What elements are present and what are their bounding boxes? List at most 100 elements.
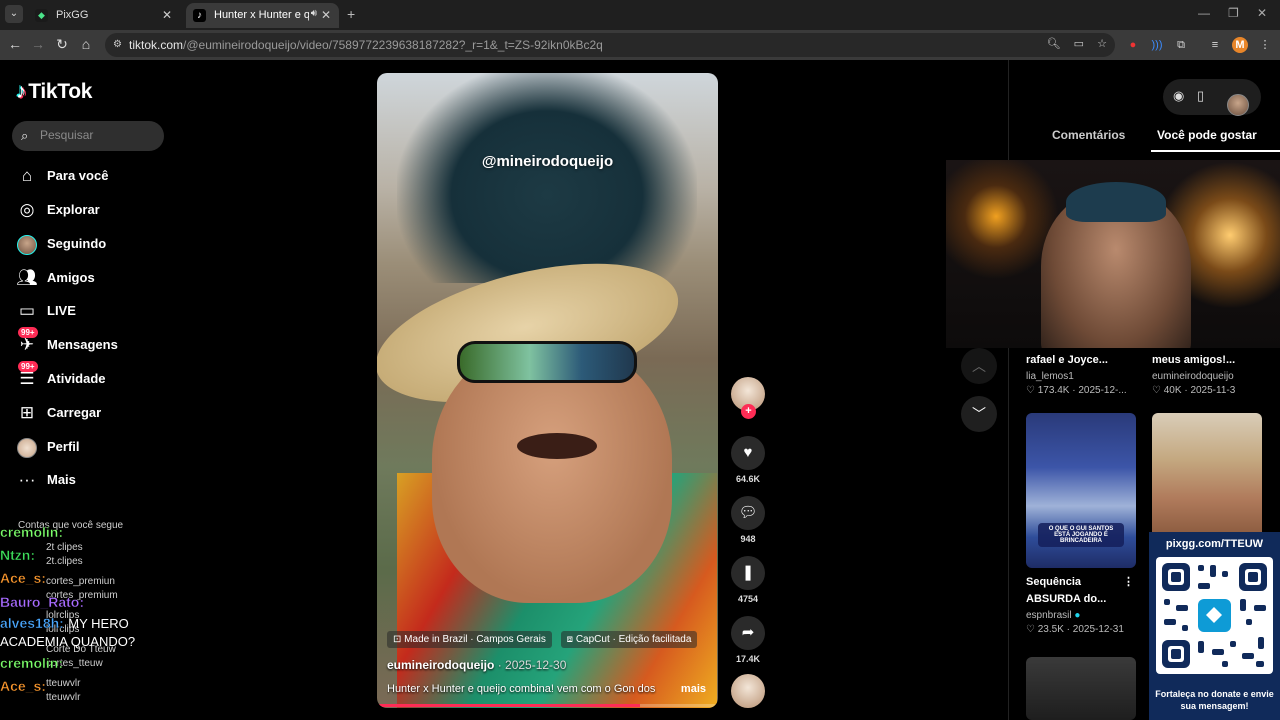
card-user[interactable]: espnbrasil ● <box>1026 610 1136 621</box>
home-icon: ⌂ <box>21 166 33 185</box>
heart-outline-icon: ♡ <box>1026 624 1038 635</box>
sidebar-item-mais[interactable]: ··· Mais <box>16 468 176 492</box>
recommended-card[interactable]: meus amigos!... eumineirodoqueijo ♡ 40K … <box>1152 346 1262 396</box>
video-date: · 2025-12-30 <box>497 658 567 672</box>
tab-pixgg[interactable]: ◆ PixGG ✕ <box>28 3 180 28</box>
address-bar[interactable]: ⚙ tiktok.com/@eumineirodoqueijo/video/75… <box>105 33 1115 57</box>
card-thumbnail[interactable]: O QUE O GUI SANTOS ESTÁ JOGANDO É BRINCA… <box>1026 413 1136 568</box>
tab-search-button[interactable]: ⌄ <box>5 5 23 23</box>
card-stats: ♡ 23.5K · 2025-12-31 <box>1026 624 1124 635</box>
donation-qr-overlay: pixgg.com/TTEUW Fortaleça no donate e en… <box>1149 532 1280 720</box>
tiktok-logo[interactable]: ♪TikTok <box>16 80 92 104</box>
audio-playing-icon[interactable]: 🔊︎ <box>311 8 317 19</box>
video-scene <box>457 341 637 383</box>
previous-video-button[interactable]: ︿ <box>961 348 997 384</box>
card-menu-icon[interactable]: ⋮ <box>1123 574 1134 591</box>
video-player[interactable]: @mineirodoqueijo ⊡ Made in Brazil · Camp… <box>377 73 718 708</box>
back-icon[interactable]: ← <box>6 36 24 52</box>
creator-avatar[interactable]: + <box>731 377 765 419</box>
capcut-tag[interactable]: ⧈ CapCut · Edição facilitada <box>560 631 698 648</box>
media-control-icon[interactable]: ≡ <box>1207 37 1223 53</box>
coin-icon[interactable]: ◉ <box>1173 88 1184 104</box>
ghost-text: 2t.clipes <box>46 556 83 567</box>
music-disc-button[interactable] <box>729 674 767 708</box>
close-tab-icon[interactable]: ✕ <box>321 8 331 22</box>
reload-icon[interactable]: ↻ <box>53 36 71 53</box>
tab-voce-pode-gostar[interactable]: Você pode gostar <box>1157 128 1257 142</box>
card-title: rafael e Joyce... <box>1026 354 1108 366</box>
chat-message: Ace_s: <box>0 570 46 586</box>
card-thumbnail[interactable] <box>1026 657 1136 720</box>
video-author[interactable]: eumineirodoqueijo · 2025-12-30 <box>387 658 566 672</box>
extensions-puzzle-icon[interactable]: ⧉ <box>1173 37 1189 53</box>
zoom-icon[interactable]: 🔍︎ <box>1047 38 1061 50</box>
right-panel-tabs: Comentários Você pode gostar <box>1026 126 1280 152</box>
tiktok-favicon-icon: ♪ <box>193 9 206 22</box>
upload-icon: ⊞ <box>19 403 35 422</box>
url-text[interactable]: tiktok.com/@eumineirodoqueijo/video/7589… <box>129 38 603 52</box>
follow-plus-icon[interactable]: + <box>741 404 756 419</box>
tab-comentarios[interactable]: Comentários <box>1052 128 1125 142</box>
search-box[interactable]: ⌕ <box>12 121 164 151</box>
sidebar-item-amigos[interactable]: 👥︎ Amigos <box>16 266 176 290</box>
donation-note: Fortaleça no donate e envie sua mensagem… <box>1155 689 1274 711</box>
verified-icon: ● <box>1074 610 1081 621</box>
sidebar-item-explorar[interactable]: ◎ Explorar <box>16 198 176 222</box>
caption-more-button[interactable]: mais <box>681 683 706 695</box>
device-icon[interactable]: ▯ <box>1197 88 1204 104</box>
save-action: ❚ 4754 <box>729 556 767 604</box>
card-user[interactable]: lia_lemos1 <box>1026 371 1136 382</box>
sidebar-item-seguindo[interactable]: Seguindo <box>16 232 176 256</box>
new-tab-button[interactable]: + <box>347 6 355 22</box>
browser-menu-icon[interactable]: ⋮ <box>1257 37 1273 53</box>
like-action: ♥ 64.6K <box>729 436 767 484</box>
chat-message: Ace_s: <box>0 678 46 694</box>
browser-toolbar: ← → ↻ ⌂ ⚙ tiktok.com/@eumineirodoqueijo/… <box>0 30 1280 60</box>
webcam-scene <box>1066 182 1166 222</box>
sidebar-item-mensagens[interactable]: ✈ 99+ Mensagens <box>16 327 176 357</box>
heart-outline-icon: ♡ <box>1152 385 1164 396</box>
creator-avatar-button[interactable]: + <box>729 377 767 419</box>
recommended-card[interactable] <box>1026 657 1136 720</box>
location-tag[interactable]: ⊡ Made in Brazil · Campos Gerais <box>387 631 552 648</box>
music-disc-icon[interactable] <box>731 674 765 708</box>
heart-icon[interactable]: ♥ <box>731 436 765 470</box>
sidebar-item-perfil[interactable]: Perfil <box>16 435 176 459</box>
tab-title: PixGG <box>56 9 89 21</box>
cast-icon[interactable]: ▭ <box>1074 38 1084 50</box>
ghost-text: cortes_premiun <box>46 576 115 587</box>
close-tab-icon[interactable]: ✕ <box>162 8 172 22</box>
comment-icon[interactable]: 💬︎ <box>731 496 765 530</box>
recommended-card[interactable]: O QUE O GUI SANTOS ESTÁ JOGANDO É BRINCA… <box>1026 413 1136 635</box>
site-info-icon[interactable]: ⚙ <box>113 39 125 51</box>
extension-red-icon[interactable]: ● <box>1125 37 1141 53</box>
bookmark-icon[interactable]: ❚ <box>731 556 765 590</box>
card-user[interactable]: eumineirodoqueijo <box>1152 371 1262 382</box>
profile-avatar[interactable]: M <box>1232 37 1248 53</box>
minimize-icon[interactable]: — <box>1198 6 1210 20</box>
active-tab-indicator <box>1151 150 1280 152</box>
extension-wave-icon[interactable]: ))) <box>1149 37 1165 53</box>
share-icon[interactable]: ➦ <box>731 616 765 650</box>
forward-icon[interactable]: → <box>29 36 47 52</box>
restore-icon[interactable]: ❐ <box>1228 6 1239 20</box>
panel-divider <box>1008 60 1009 720</box>
next-video-button[interactable]: ﹀ <box>961 396 997 432</box>
bookmark-star-icon[interactable]: ☆ <box>1097 38 1107 50</box>
sidebar-item-live[interactable]: ▭ LIVE <box>16 299 176 323</box>
sidebar-item-atividade[interactable]: ☰ 99+ Atividade <box>16 361 176 391</box>
share-count: 17.4K <box>735 654 761 664</box>
sidebar-item-para-voce[interactable]: ⌂ Para você <box>16 164 176 188</box>
tab-tiktok[interactable]: ♪ Hunter x Hunter e queijo co 🔊︎ ✕ <box>186 3 339 28</box>
home-browser-icon[interactable]: ⌂ <box>77 36 95 52</box>
recommended-card[interactable]: rafael e Joyce... lia_lemos1 ♡ 173.4K · … <box>1026 346 1136 396</box>
close-window-icon[interactable]: ✕ <box>1257 6 1267 20</box>
video-scene <box>517 433 597 459</box>
sidebar-item-carregar[interactable]: ⊞ Carregar <box>16 401 176 425</box>
video-progress-bar[interactable] <box>377 704 718 707</box>
chat-message: Ntzn: <box>0 547 35 563</box>
live-icon: ▭ <box>18 301 36 320</box>
search-icon: ⌕ <box>21 128 29 143</box>
search-input[interactable] <box>40 128 155 142</box>
tiktok-page: ♪TikTok ⌕ ⌂ Para você ◎ Explorar Seguind… <box>0 60 1280 720</box>
